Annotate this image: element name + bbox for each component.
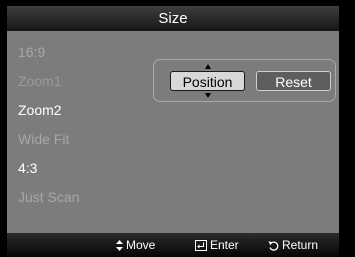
- size-option-16-9[interactable]: 16:9: [18, 43, 45, 61]
- footer-enter: Enter: [195, 233, 239, 257]
- up-down-arrows-icon: [116, 239, 123, 251]
- reset-button[interactable]: Reset: [256, 71, 331, 91]
- position-button[interactable]: Position: [170, 71, 245, 91]
- footer-help-bar: Move Enter Return: [7, 233, 339, 257]
- arrow-up-icon[interactable]: [205, 64, 211, 69]
- footer-return: Return: [268, 233, 318, 257]
- footer-move: Move: [116, 233, 155, 257]
- enter-icon: [195, 239, 207, 251]
- position-reset-panel: Position Reset: [153, 59, 336, 102]
- size-option-wide-fit[interactable]: Wide Fit: [18, 130, 69, 148]
- size-option-zoom2[interactable]: Zoom2: [18, 101, 62, 119]
- footer-enter-label: Enter: [210, 238, 239, 252]
- size-menu-window: Size 16:9 Zoom1 Zoom2 Wide Fit 4:3 Just …: [7, 6, 339, 257]
- return-icon: [268, 240, 279, 251]
- size-option-4-3[interactable]: 4:3: [18, 159, 37, 177]
- size-option-zoom1: Zoom1: [18, 73, 62, 89]
- menu-title: Size: [7, 6, 339, 31]
- footer-move-label: Move: [126, 238, 156, 252]
- arrow-down-icon[interactable]: [205, 93, 211, 98]
- size-option-just-scan[interactable]: Just Scan: [18, 188, 79, 206]
- footer-return-label: Return: [282, 238, 319, 252]
